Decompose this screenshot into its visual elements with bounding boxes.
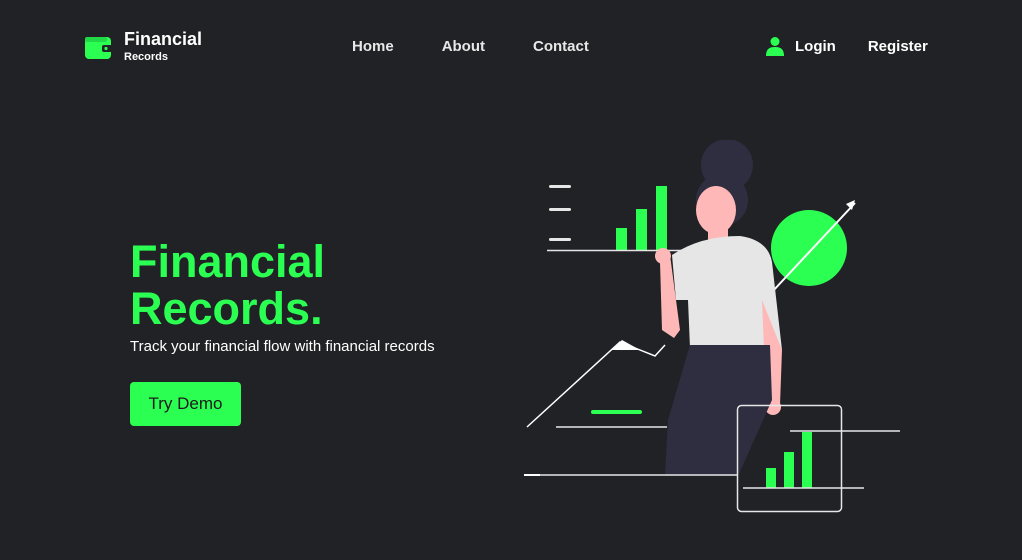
trend-line-illustration <box>526 341 666 428</box>
logo[interactable]: Financial Records <box>84 30 202 63</box>
bar-chart-illustration-top <box>547 185 690 252</box>
wallet-icon <box>85 36 112 59</box>
hero-title-line1: Financial <box>130 236 326 287</box>
green-circle-decoration <box>771 210 847 286</box>
login-label: Login <box>795 37 836 55</box>
hero-title-line2: Records. <box>130 283 323 334</box>
hero-title: Financial Records. <box>130 238 325 332</box>
nav-home[interactable]: Home <box>352 38 394 55</box>
register-link[interactable]: Register <box>868 38 928 55</box>
auth-links: Login Register <box>765 36 928 56</box>
person-illustration <box>655 140 782 476</box>
login-link[interactable]: Login <box>765 36 836 56</box>
logo-title: Financial <box>124 29 203 49</box>
try-demo-button[interactable]: Try Demo <box>130 382 241 426</box>
main-nav: Home About Contact <box>352 38 637 55</box>
nav-contact[interactable]: Contact <box>533 38 589 55</box>
hero-subtitle: Track your financial flow with financial… <box>130 338 435 355</box>
page: Financial Records Home About Contact Log… <box>0 0 1022 560</box>
hero-illustration <box>524 140 900 513</box>
nav-about[interactable]: About <box>442 38 485 55</box>
logo-subtitle: Records <box>124 51 169 63</box>
user-icon <box>766 37 784 56</box>
